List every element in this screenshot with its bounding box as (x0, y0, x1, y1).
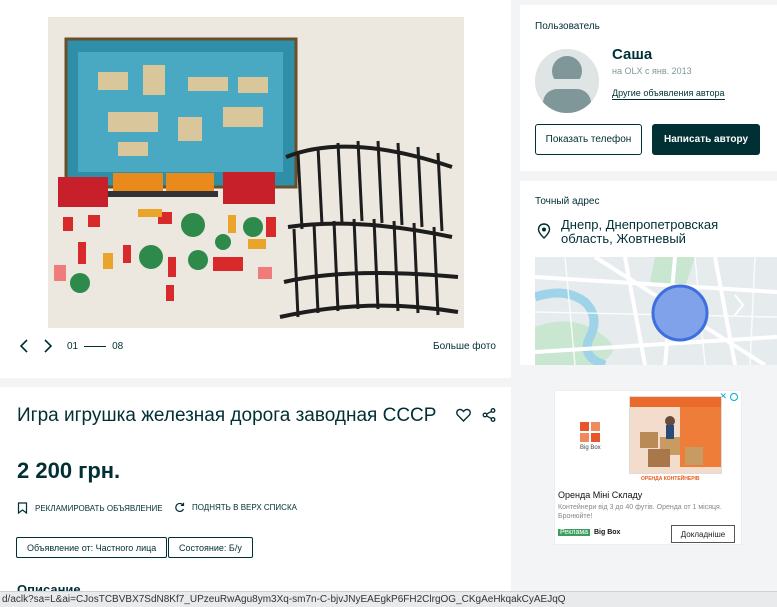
raise-ad-label: ПОДНЯТЬ В ВЕРХ СПИСКА (192, 503, 297, 512)
location-map[interactable] (535, 257, 777, 365)
ad-body-text: Контейнери від 3 до 40 футів. Оренда от … (558, 504, 722, 520)
avatar[interactable] (535, 49, 599, 113)
ad-image[interactable] (629, 396, 722, 474)
user-since: на OLX с янв. 2013 (612, 66, 692, 76)
more-photos-link[interactable]: Больше фото (433, 341, 496, 352)
flag-icon (17, 502, 28, 514)
browser-status-bar: d/aclk?sa=L&ai=CJosTCBVBX7SdN8Kf7_UPzeuR… (0, 591, 777, 607)
share-icon[interactable] (482, 408, 496, 422)
bigbox-logo-icon (580, 422, 600, 442)
condition-tag: Состояние: Б/у (168, 537, 253, 558)
chevron-right-icon[interactable] (40, 338, 56, 354)
photo-counter-current: 01 (67, 341, 79, 352)
photo-gallery: 01 08 Больше фото (0, 0, 511, 378)
photo-counter-total: 08 (112, 341, 124, 352)
chevron-left-icon[interactable] (16, 338, 32, 354)
refresh-icon (175, 502, 185, 513)
counter-divider (84, 346, 107, 347)
seller-type-tag: Объявление от: Частного лица (16, 537, 168, 558)
listing-photo[interactable] (48, 17, 464, 328)
write-author-button[interactable]: Написать автору (652, 124, 760, 155)
ad-advertiser-name: Big Box (594, 529, 621, 536)
ad-title: Игра игрушка железная дорога заводная СС… (17, 405, 437, 426)
location-pin-icon (537, 223, 551, 239)
location-section-title: Точный адрес (535, 196, 600, 207)
ad-details-card: Игра игрушка железная дорога заводная СС… (0, 387, 511, 607)
ad-headline[interactable]: Оренда Міні Складу (558, 490, 642, 500)
ad-label-badge: Реклама (558, 529, 591, 536)
promote-ad-link[interactable]: РЕКЛАМИРОВАТЬ ОБЪЯВЛЕНИЕ (17, 502, 163, 514)
raise-ad-link[interactable]: ПОДНЯТЬ В ВЕРХ СПИСКА (174, 502, 297, 513)
ad-brand-small: Big Box (580, 445, 601, 451)
advertisement-banner[interactable]: ✕ Big Box ОРЕНДА КОНТЕЙНЕРІВ Оренда Міні… (554, 390, 742, 545)
other-ads-link[interactable]: Другие объявления автора (612, 88, 725, 100)
ad-cta-button[interactable]: Докладніше (671, 525, 735, 543)
user-name[interactable]: Саша (612, 46, 652, 63)
address-text: Днепр, Днепропетровская область, Жовтнев… (561, 217, 719, 246)
location-card: Точный адрес Днепр, Днепропетровская обл… (520, 181, 777, 365)
user-section-title: Пользователь (535, 21, 600, 32)
promote-ad-label: РЕКЛАМИРОВАТЬ ОБЪЯВЛЕНИЕ (35, 503, 163, 513)
show-phone-button[interactable]: Показать телефон (535, 124, 642, 155)
heart-icon[interactable] (456, 408, 471, 422)
ad-image-caption: ОРЕНДА КОНТЕЙНЕРІВ (641, 476, 700, 482)
ad-price: 2 200 грн. (17, 458, 121, 483)
ad-info-icon[interactable] (730, 393, 738, 401)
user-card: Пользователь Саша на OLX с янв. 2013 Дру… (520, 5, 777, 171)
photo-counter: 01 08 (67, 341, 123, 352)
